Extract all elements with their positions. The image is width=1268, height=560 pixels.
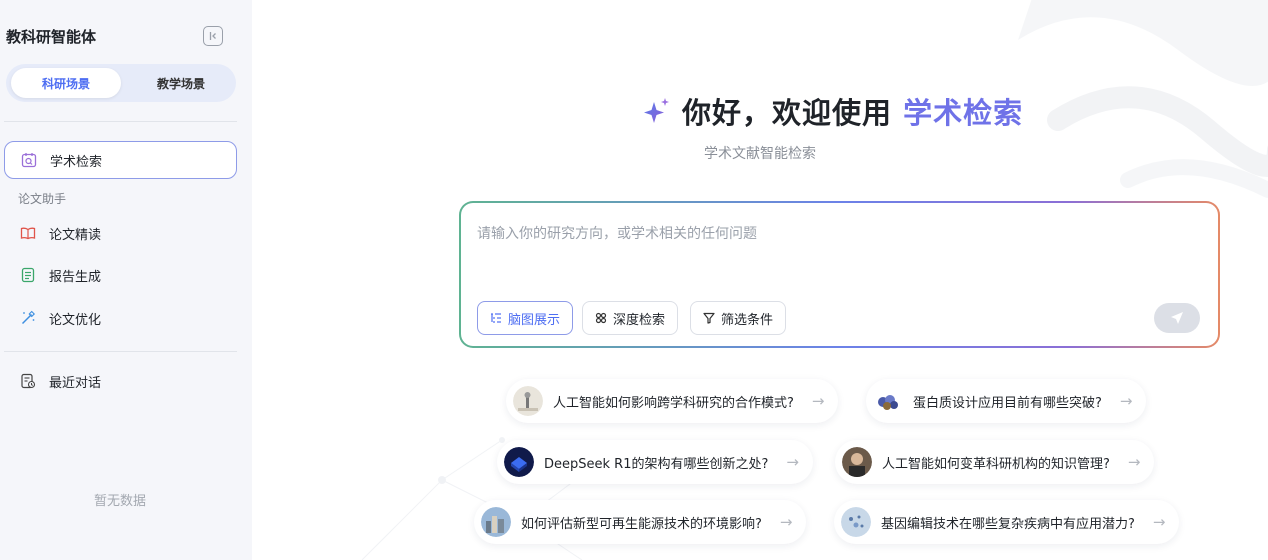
suggestion-thumbnail bbox=[841, 507, 871, 537]
deep-search-button[interactable]: 深度检索 bbox=[582, 301, 679, 335]
suggestion-text: 人工智能如何影响跨学科研究的合作模式? bbox=[553, 395, 794, 411]
sidebar-item-academic-search[interactable]: 学术检索 bbox=[4, 141, 237, 179]
sidebar-item-label: 论文优化 bbox=[49, 312, 102, 328]
sidebar-item-label: 学术检索 bbox=[50, 154, 103, 170]
arrow-right-icon: → bbox=[1127, 453, 1141, 471]
sidebar-item-paper-reading[interactable]: 论文精读 bbox=[4, 214, 237, 252]
suggestion-thumbnail bbox=[504, 447, 534, 477]
search-inner: 请输入你的研究方向，或学术相关的任何问题 脑图展示 深度检索 筛选条件 bbox=[461, 203, 1218, 346]
suggestion-text: DeepSeek R1的架构有哪些创新之处? bbox=[544, 456, 769, 472]
sidebar-item-paper-optimization[interactable]: 论文优化 bbox=[4, 299, 237, 337]
filter-icon bbox=[703, 312, 715, 324]
suggestion-text: 人工智能如何变革科研机构的知识管理? bbox=[882, 456, 1110, 472]
sidebar: 教科研智能体 科研场景 教学场景 学术检索 论文助手 论文精读 报告生成 论文优… bbox=[0, 0, 252, 560]
scene-switch: 科研场景 教学场景 bbox=[6, 64, 236, 102]
page-subtitle: 学术文献智能检索 bbox=[704, 146, 816, 162]
search-input[interactable]: 请输入你的研究方向，或学术相关的任何问题 bbox=[477, 223, 757, 243]
suggestion-chip[interactable]: 人工智能如何影响跨学科研究的合作模式? → bbox=[506, 379, 839, 423]
sidebar-item-label: 最近对话 bbox=[49, 375, 102, 391]
sidebar-item-report-generation[interactable]: 报告生成 bbox=[4, 256, 237, 294]
sparkle-icon bbox=[644, 98, 669, 123]
magic-wand-icon bbox=[19, 309, 37, 327]
chat-history-icon bbox=[19, 372, 37, 390]
sidebar-item-recent-chats[interactable]: 最近对话 bbox=[4, 362, 237, 400]
deep-search-icon bbox=[595, 312, 607, 324]
greeting-accent: 学术检索 bbox=[903, 96, 1024, 130]
chip-label: 筛选条件 bbox=[721, 312, 774, 328]
academic-search-icon bbox=[20, 151, 38, 169]
arrow-right-icon: → bbox=[786, 453, 799, 471]
suggestion-chip[interactable]: 人工智能如何变革科研机构的知识管理? → bbox=[835, 440, 1155, 484]
arrow-right-icon: → bbox=[1119, 392, 1133, 410]
tab-teaching-scene[interactable]: 教学场景 bbox=[126, 68, 236, 98]
suggestion-chip[interactable]: DeepSeek R1的架构有哪些创新之处? → bbox=[497, 440, 813, 484]
app-title: 教科研智能体 bbox=[6, 28, 97, 46]
suggestion-text: 蛋白质设计应用目前有哪些突破? bbox=[913, 395, 1102, 411]
divider bbox=[4, 351, 237, 352]
send-icon bbox=[1171, 312, 1183, 324]
suggestion-chip[interactable]: 基因编辑技术在哪些复杂疾病中有应用潜力? → bbox=[834, 500, 1180, 544]
hero-heading: 你好，欢迎使用 学术检索 bbox=[642, 90, 1023, 132]
section-label-paper-assistant: 论文助手 bbox=[18, 192, 67, 206]
suggestion-thumbnail bbox=[481, 507, 511, 537]
send-button[interactable] bbox=[1154, 303, 1200, 333]
chip-label: 脑图展示 bbox=[508, 312, 561, 328]
collapse-sidebar-icon[interactable] bbox=[203, 26, 223, 46]
tab-research-scene[interactable]: 科研场景 bbox=[11, 68, 121, 98]
mindmap-toggle-button[interactable]: 脑图展示 bbox=[477, 301, 574, 335]
arrow-right-icon: → bbox=[779, 513, 793, 531]
suggestion-chip[interactable]: 如何评估新型可再生能源技术的环境影响? → bbox=[474, 500, 807, 544]
arrow-right-icon: → bbox=[811, 392, 825, 410]
mindmap-icon bbox=[490, 312, 502, 324]
suggestion-chip[interactable]: 蛋白质设计应用目前有哪些突破? → bbox=[866, 379, 1147, 423]
greeting-text: 你好，欢迎使用 bbox=[682, 96, 893, 130]
main-content: 你好，欢迎使用 学术检索 学术文献智能检索 请输入你的研究方向，或学术相关的任何… bbox=[252, 0, 1268, 560]
filter-conditions-button[interactable]: 筛选条件 bbox=[690, 301, 787, 335]
divider bbox=[4, 121, 237, 122]
suggestion-text: 基因编辑技术在哪些复杂疾病中有应用潜力? bbox=[881, 516, 1135, 532]
suggestion-thumbnail bbox=[842, 447, 872, 477]
sidebar-item-label: 论文精读 bbox=[49, 227, 102, 243]
suggestion-thumbnail bbox=[873, 386, 903, 416]
page-title: 你好，欢迎使用 学术检索 bbox=[682, 90, 1023, 132]
suggestion-text: 如何评估新型可再生能源技术的环境影响? bbox=[521, 516, 762, 532]
open-book-icon bbox=[19, 224, 37, 242]
arrow-right-icon: → bbox=[1152, 513, 1166, 531]
chip-label: 深度检索 bbox=[613, 312, 666, 328]
empty-state-text: 暂无数据 bbox=[93, 494, 146, 509]
suggestion-thumbnail bbox=[513, 386, 543, 416]
report-list-icon bbox=[19, 266, 37, 284]
search-box: 请输入你的研究方向，或学术相关的任何问题 脑图展示 深度检索 筛选条件 bbox=[459, 201, 1220, 348]
sidebar-item-label: 报告生成 bbox=[49, 269, 102, 285]
